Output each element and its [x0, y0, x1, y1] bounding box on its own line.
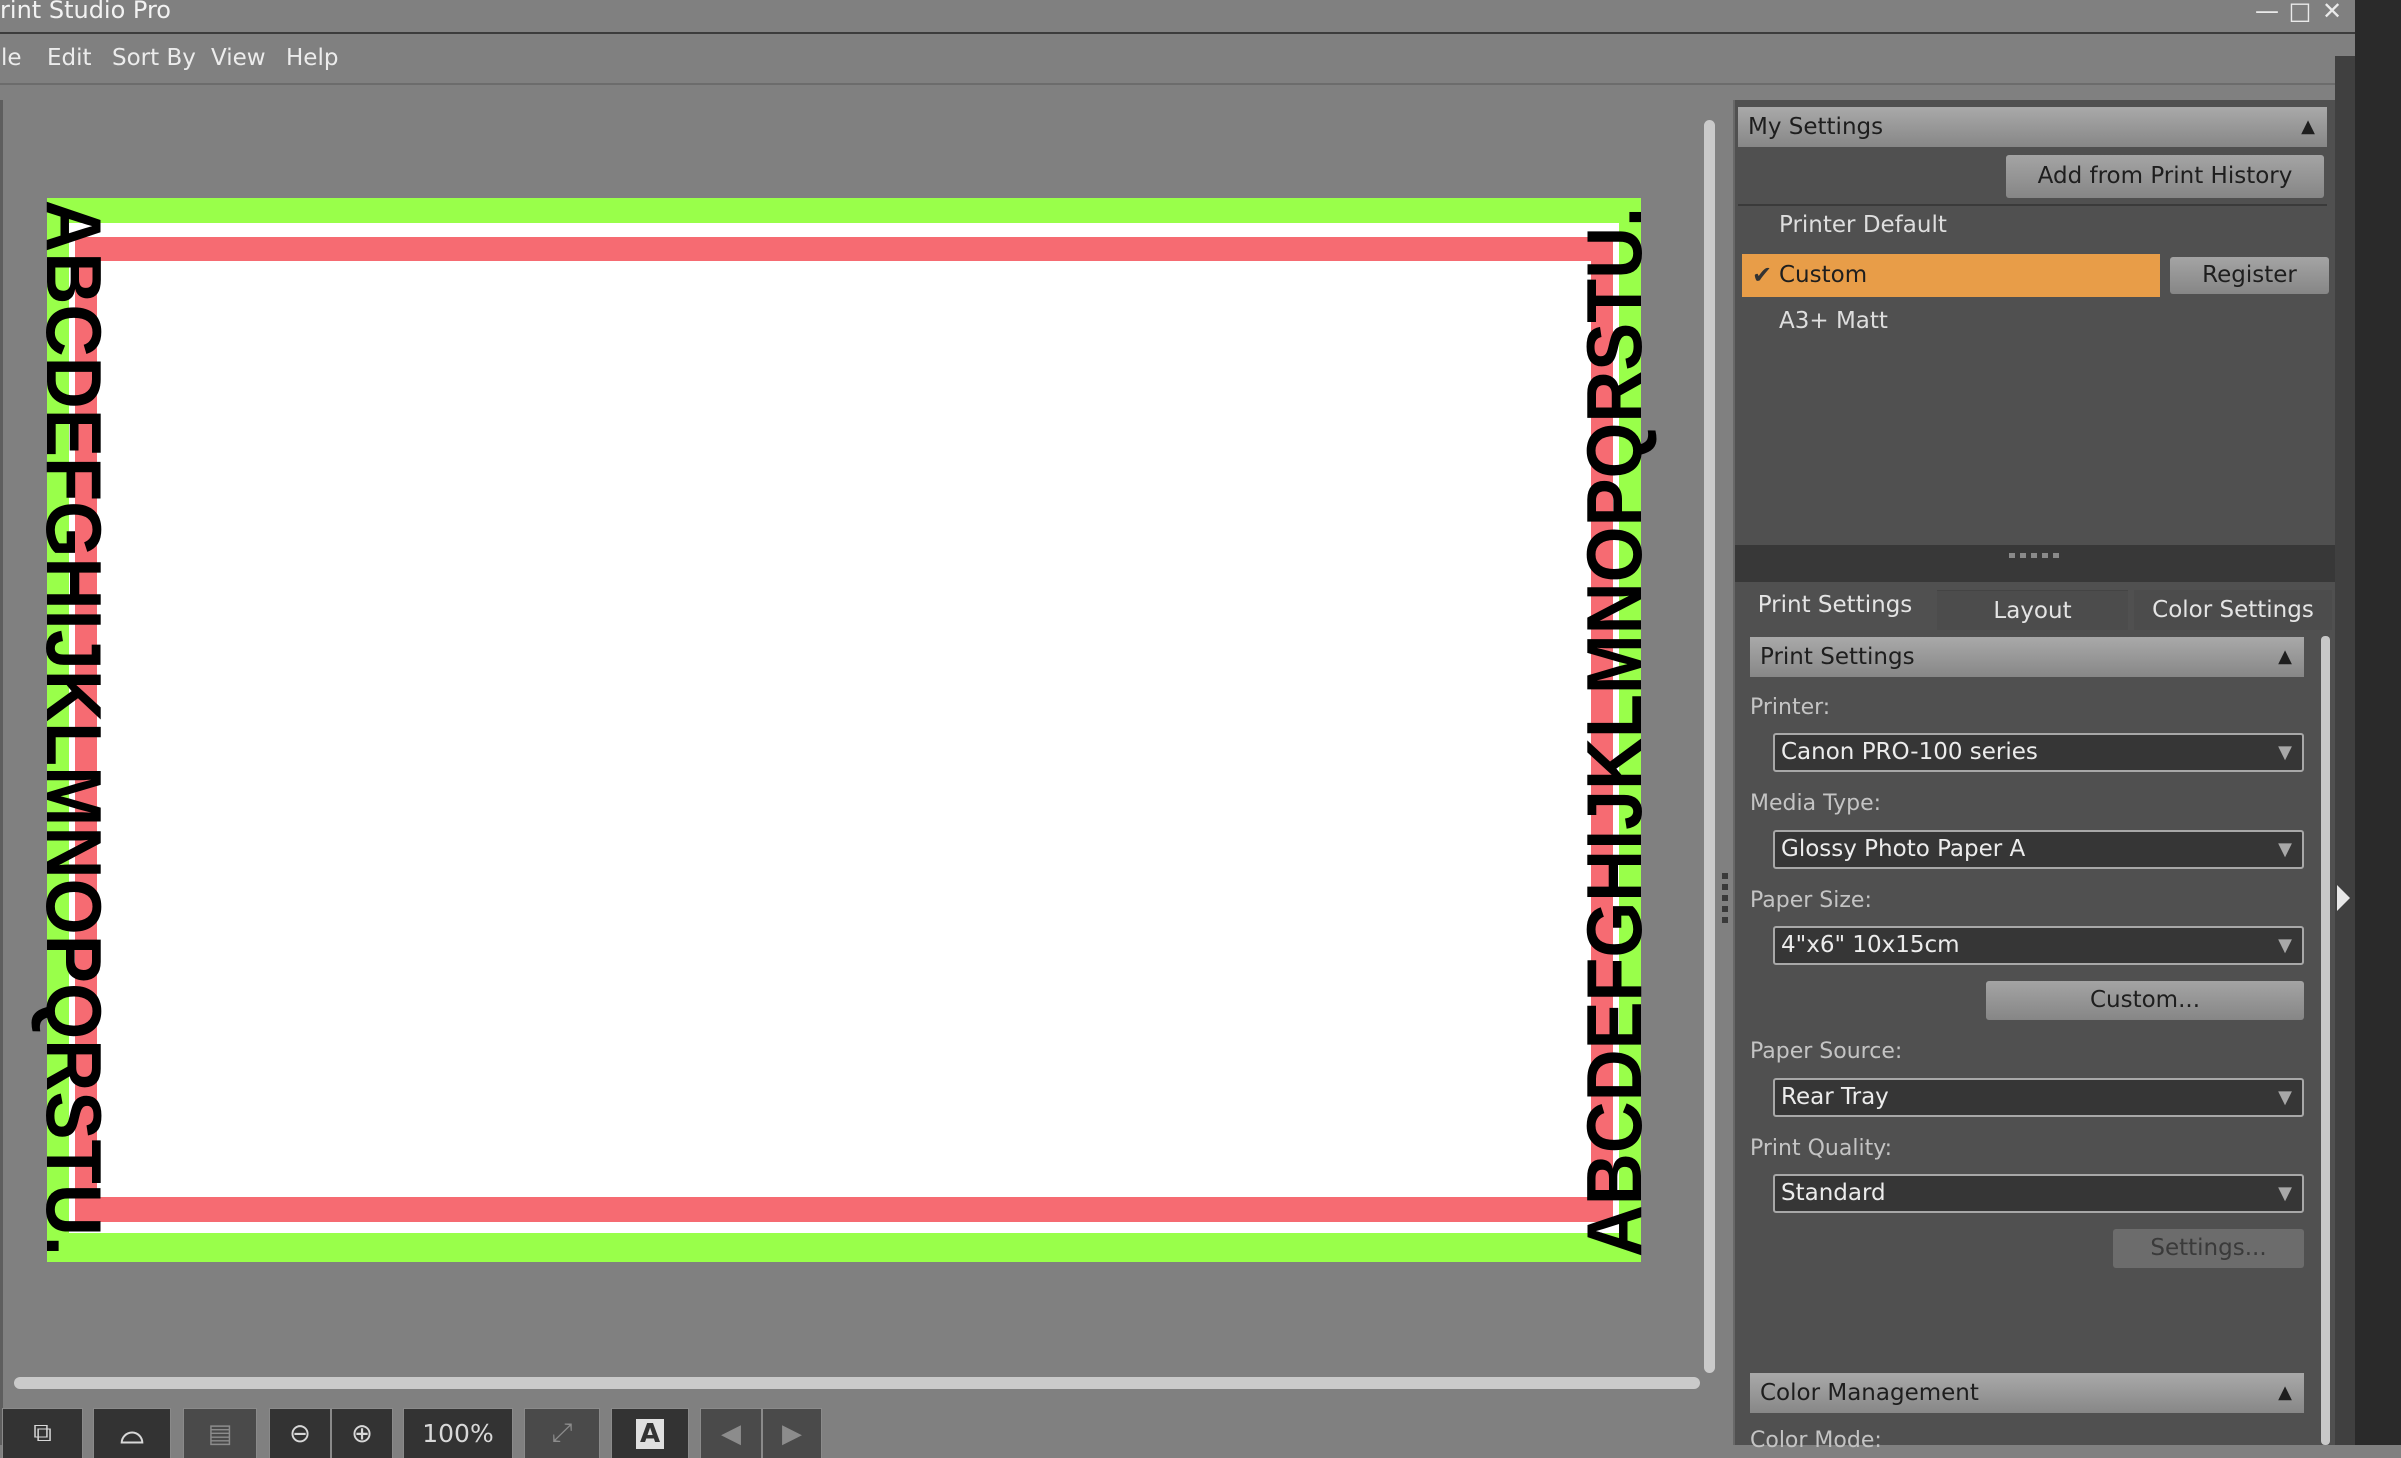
left-edge-text: ABCDEFGHIJKLMNOPQRSTU. [30, 200, 118, 1256]
print-quality-select[interactable]: Standard ▼ [1773, 1174, 2304, 1213]
print-quality-label: Print Quality: [1750, 1136, 1893, 1161]
media-type-select[interactable]: Glossy Photo Paper A ▼ [1773, 830, 2304, 869]
setting-printer-default[interactable]: Printer Default [1779, 212, 1947, 238]
panel-splitter-handle[interactable] [1722, 873, 1728, 927]
rotate-page-button[interactable]: ⧉ [2, 1408, 83, 1458]
zoom-level[interactable]: 100% [403, 1408, 513, 1458]
close-icon[interactable]: ✕ [2317, 0, 2347, 26]
paper-size-label: Paper Size: [1750, 888, 1872, 913]
paper-size-select[interactable]: 4"x6" 10x15cm ▼ [1773, 926, 2304, 965]
layout-icon: ▤ [207, 1418, 233, 1449]
collapse-icon: ▲ [2278, 646, 2292, 667]
chevron-down-icon: ▼ [2278, 742, 2292, 763]
panel-edge [2335, 56, 2355, 1445]
media-type-label: Media Type: [1750, 791, 1882, 816]
expand-panel-arrow-icon[interactable] [2337, 885, 2350, 911]
custom-size-button[interactable]: Custom... [1986, 981, 2304, 1020]
print-quality-value: Standard [1781, 1180, 1886, 1206]
my-settings-header[interactable]: My Settings ▲ [1738, 107, 2327, 147]
quality-settings-button[interactable]: Settings... [2113, 1229, 2304, 1268]
minimize-icon[interactable]: — [2252, 0, 2282, 26]
print-preview[interactable]: ABCDEFGHIJKLMNOPQRSTU. ABCDEFGHIJKLMNOPQ… [0, 0, 1720, 1400]
preview-horizontal-scrollbar[interactable] [14, 1377, 1700, 1389]
chevron-down-icon: ▼ [2278, 1087, 2292, 1108]
chevron-down-icon: ▼ [2278, 839, 2292, 860]
splitter-bar[interactable] [1735, 545, 2335, 582]
chevron-down-icon: ▼ [2278, 935, 2292, 956]
color-management-title: Color Management [1760, 1380, 1979, 1406]
register-button[interactable]: Register [2170, 257, 2329, 294]
settings-scrollbar[interactable] [2321, 636, 2330, 1445]
preview-vertical-scrollbar[interactable] [1704, 120, 1715, 1373]
printer-select[interactable]: Canon PRO-100 series ▼ [1773, 733, 2304, 772]
divider [1738, 204, 2327, 206]
print-settings-title: Print Settings [1760, 644, 1915, 670]
chevron-down-icon: ▼ [2278, 1183, 2292, 1204]
paper-source-value: Rear Tray [1781, 1084, 1889, 1110]
crop-icon: ⌓ [120, 1416, 144, 1451]
setting-a3-matt[interactable]: A3+ Matt [1779, 308, 1888, 334]
right-edge-text: ABCDEFGHIJKLMNOPQRSTU. [1570, 207, 1658, 1257]
layout-button[interactable]: ▤ [183, 1408, 257, 1458]
window-edge [2355, 0, 2401, 1445]
tab-print-settings[interactable]: Print Settings [1738, 582, 1932, 634]
my-settings-title: My Settings [1748, 114, 1884, 140]
zoom-out-icon: ⊖ [289, 1418, 311, 1449]
next-button[interactable]: ▶ [762, 1408, 822, 1458]
paper-size-value: 4"x6" 10x15cm [1781, 932, 1960, 958]
printer-label: Printer: [1750, 695, 1831, 720]
maximize-icon[interactable]: □ [2285, 0, 2315, 26]
zoom-out-button[interactable]: ⊖ [269, 1408, 331, 1458]
zoom-in-button[interactable]: ⊕ [331, 1408, 393, 1458]
check-icon: ✔ [1752, 261, 1773, 289]
color-management-header[interactable]: Color Management ▲ [1750, 1373, 2304, 1413]
setting-custom[interactable]: ✔ Custom [1742, 254, 2160, 297]
next-icon: ▶ [782, 1418, 802, 1449]
tab-layout[interactable]: Layout [1937, 590, 2128, 630]
fit-screen-icon: ⤢ [551, 1418, 573, 1448]
fit-screen-button[interactable]: ⤢ [524, 1408, 600, 1458]
zoom-in-icon: ⊕ [351, 1418, 373, 1449]
paper-area [97, 261, 1591, 1197]
collapse-icon: ▲ [2278, 1382, 2292, 1403]
crop-button[interactable]: ⌓ [93, 1408, 171, 1458]
tab-color-settings[interactable]: Color Settings [2134, 590, 2332, 630]
rotate-page-icon: ⧉ [33, 1418, 52, 1448]
color-mode-label: Color Mode: [1750, 1428, 1882, 1453]
previous-button[interactable]: ◀ [700, 1408, 762, 1458]
collapse-icon: ▲ [2301, 116, 2315, 137]
paper-source-label: Paper Source: [1750, 1039, 1903, 1064]
grip-dots-icon [2009, 553, 2061, 558]
text-icon: A [635, 1418, 665, 1449]
previous-icon: ◀ [721, 1418, 741, 1449]
printer-value: Canon PRO-100 series [1781, 739, 2038, 765]
setting-custom-label: Custom [1779, 262, 1868, 288]
text-button[interactable]: A [611, 1408, 689, 1458]
print-settings-header[interactable]: Print Settings ▲ [1750, 637, 2304, 677]
media-type-value: Glossy Photo Paper A [1781, 836, 2026, 862]
add-from-print-history-button[interactable]: Add from Print History [2006, 155, 2324, 198]
paper-source-select[interactable]: Rear Tray ▼ [1773, 1078, 2304, 1117]
